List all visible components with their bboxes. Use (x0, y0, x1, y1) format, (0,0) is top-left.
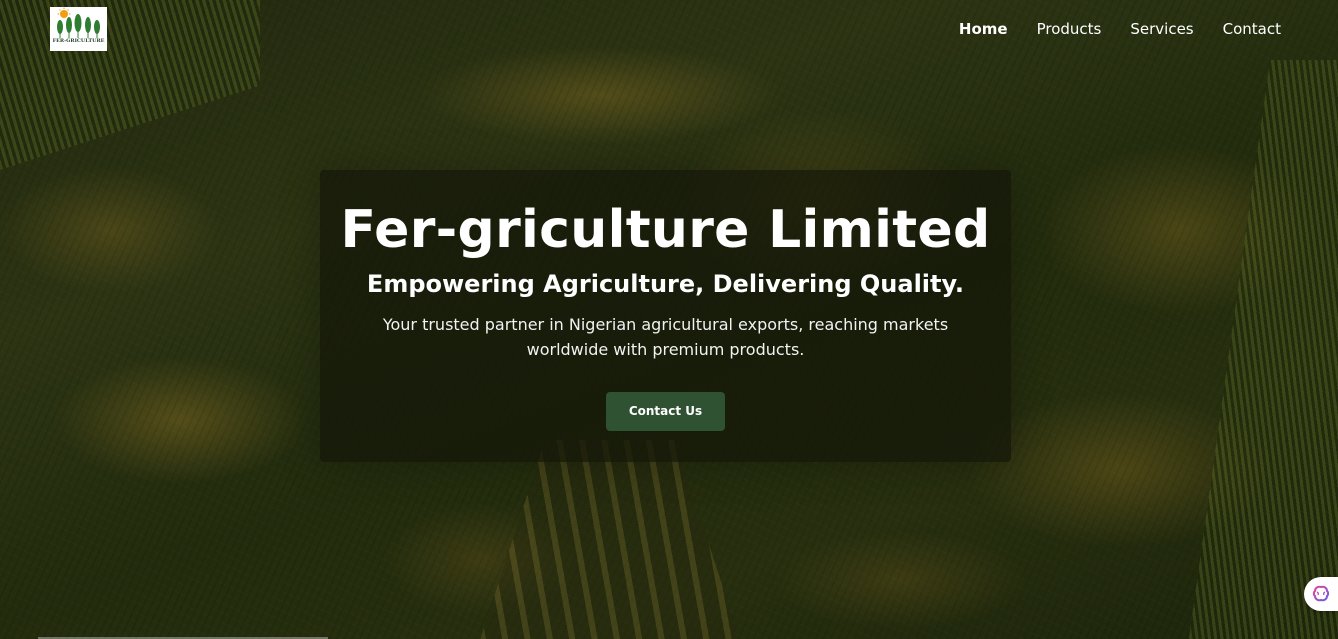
contact-us-button[interactable]: Contact Us (606, 392, 725, 431)
brain-icon (1312, 585, 1330, 602)
hero-description: Your trusted partner in Nigerian agricul… (382, 315, 949, 359)
assistant-widget-button[interactable] (1304, 577, 1338, 611)
field-texture-right (1185, 60, 1338, 639)
logo-link[interactable]: FER-GRICULTURE (50, 7, 107, 51)
nav-link-home[interactable]: Home (959, 20, 1008, 38)
nav-link-contact[interactable]: Contact (1223, 20, 1281, 38)
tractor-track (480, 440, 740, 639)
nav-item-services: Services (1130, 19, 1193, 39)
nav-link-services[interactable]: Services (1130, 20, 1193, 38)
nav-item-products: Products (1037, 19, 1102, 39)
nav-item-contact: Contact (1223, 19, 1281, 39)
navbar: FER-GRICULTURE Home Products Services Co… (0, 0, 1338, 58)
nav-item-home: Home (959, 19, 1008, 39)
hero-card: Fer-griculture Limited Empowering Agricu… (320, 170, 1011, 462)
hero-title: Fer-griculture Limited (340, 200, 991, 260)
hero-section: FER-GRICULTURE Home Products Services Co… (0, 0, 1338, 639)
nav-link-products[interactable]: Products (1037, 20, 1102, 38)
hero-subtitle: Empowering Agriculture, Delivering Quali… (366, 270, 965, 298)
nav-menu: Home Products Services Contact (959, 19, 1281, 39)
logo-text: FER-GRICULTURE (52, 38, 105, 44)
